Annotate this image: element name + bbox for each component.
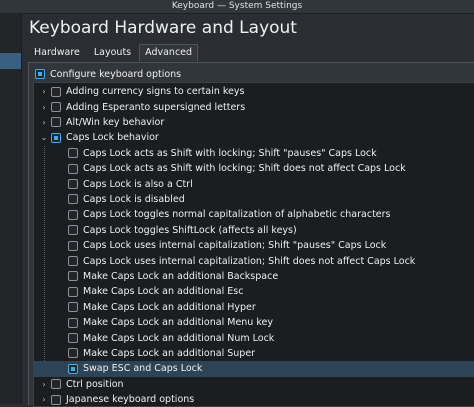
option-checkbox[interactable] [68,271,78,282]
tab-bar: Hardware Layouts Advanced [28,44,200,62]
chevron-down-icon[interactable]: ⌄ [40,133,48,142]
tree-group-row[interactable]: › Adding Esperanto supersigned letters [34,99,474,114]
tree-item-label: Swap ESC and Caps Lock [83,363,203,375]
advanced-panel: Configure keyboard options › Adding curre… [28,62,474,407]
tree-item-label: Caps Lock is also a Ctrl [83,178,193,190]
chevron-right-icon[interactable]: › [40,103,48,112]
tree-item-label: Adding Esperanto supersigned letters [66,101,246,113]
keyboard-options-tree[interactable]: › Adding currency signs to certain keys › A… [33,82,474,407]
option-checkbox[interactable] [68,286,78,297]
tree-option-row[interactable]: Make Caps Lock an additional Menu key [34,315,474,330]
tree-option-row[interactable]: Caps Lock acts as Shift with locking; Sh… [34,146,474,161]
tree-option-row[interactable]: Make Caps Lock an additional Backspace [34,269,474,284]
option-checkbox[interactable] [68,163,78,174]
tree-group-row[interactable]: › Alt/Win key behavior [34,115,474,130]
tree-item-label: Caps Lock uses internal capitalization; … [83,240,387,252]
chevron-right-icon[interactable]: › [40,118,48,127]
tab-layouts[interactable]: Layouts [88,44,137,61]
page-title: Keyboard Hardware and Layout [29,18,297,38]
tree-group-row[interactable]: › Japanese keyboard options [34,392,474,406]
tree-item-label: Make Caps Lock an additional Num Lock [83,332,275,344]
tree-item-label: Caps Lock toggles normal capitalization … [83,209,391,221]
option-checkbox[interactable] [68,179,78,190]
tree-item-label: Make Caps Lock an additional Super [83,347,256,359]
tab-advanced[interactable]: Advanced [139,44,199,61]
tree-option-row[interactable]: Caps Lock toggles ShiftLock (affects all… [34,223,474,238]
option-checkbox[interactable] [68,225,78,236]
tree-option-row[interactable]: Caps Lock uses internal capitalization; … [34,253,474,268]
tree-group-row[interactable]: › Adding currency signs to certain keys [34,84,474,99]
tree-group-row[interactable]: › Ctrl position [34,377,474,392]
tree-option-row[interactable]: Caps Lock uses internal capitalization; … [34,238,474,253]
tree-item-label: Alt/Win key behavior [66,116,165,128]
tree-item-label: Make Caps Lock an additional Menu key [83,317,273,329]
option-checkbox[interactable] [68,363,78,374]
tab-hardware[interactable]: Hardware [28,44,86,61]
group-checkbox[interactable] [51,117,61,128]
group-checkbox[interactable] [51,394,61,405]
tree-item-label: Caps Lock toggles ShiftLock (affects all… [83,224,297,236]
chevron-right-icon[interactable]: › [40,87,48,96]
window-title: Keyboard — System Settings [171,1,303,11]
tree-item-label: Make Caps Lock an additional Esc [83,286,244,298]
sidebar-selected-item[interactable] [0,53,21,69]
option-checkbox[interactable] [68,240,78,251]
tree-option-row[interactable]: Make Caps Lock an additional Super [34,346,474,361]
tree-option-row[interactable]: Swap ESC and Caps Lock [34,361,474,377]
tree-option-row[interactable]: Make Caps Lock an additional Hyper [34,300,474,315]
option-checkbox[interactable] [68,148,78,159]
group-checkbox[interactable] [51,86,61,97]
chevron-right-icon[interactable]: › [40,380,48,389]
tree-item-label: Make Caps Lock an additional Hyper [83,301,256,313]
tree-item-label: Caps Lock is disabled [83,193,185,205]
configure-options-row[interactable]: Configure keyboard options [35,67,181,81]
tree-option-row[interactable]: Caps Lock acts as Shift with locking; Sh… [34,161,474,176]
option-checkbox[interactable] [68,256,78,267]
tree-option-row[interactable]: Caps Lock toggles normal capitalization … [34,207,474,222]
configure-options-checkbox[interactable] [35,69,45,79]
tree-option-row[interactable]: Make Caps Lock an additional Num Lock [34,330,474,345]
option-checkbox[interactable] [68,348,78,359]
option-checkbox[interactable] [68,209,78,220]
tree-item-label: Caps Lock behavior [66,132,159,144]
option-checkbox[interactable] [68,317,78,328]
option-checkbox[interactable] [68,333,78,344]
group-checkbox[interactable] [51,132,61,143]
configure-options-label: Configure keyboard options [50,68,182,80]
tree-item-label: Adding currency signs to certain keys [66,86,245,98]
option-checkbox[interactable] [68,302,78,313]
tree-group-row[interactable]: ⌄ Caps Lock behavior [34,130,474,145]
settings-sidebar[interactable] [0,13,22,404]
chevron-right-icon[interactable]: › [40,395,48,404]
group-checkbox[interactable] [51,102,61,113]
group-checkbox[interactable] [51,379,61,390]
tree-item-label: Caps Lock acts as Shift with locking; Sh… [83,147,377,159]
option-checkbox[interactable] [68,194,78,205]
tree-item-label: Caps Lock uses internal capitalization; … [83,255,416,267]
tree-item-label: Caps Lock acts as Shift with locking; Sh… [83,163,406,175]
tree-option-row[interactable]: Make Caps Lock an additional Esc [34,284,474,299]
tree-item-label: Ctrl position [66,378,124,390]
tree-option-row[interactable]: Caps Lock is also a Ctrl [34,176,474,191]
window-titlebar: Keyboard — System Settings [0,0,474,14]
tree-option-row[interactable]: Caps Lock is disabled [34,192,474,207]
tree-item-label: Make Caps Lock an additional Backspace [83,270,279,282]
